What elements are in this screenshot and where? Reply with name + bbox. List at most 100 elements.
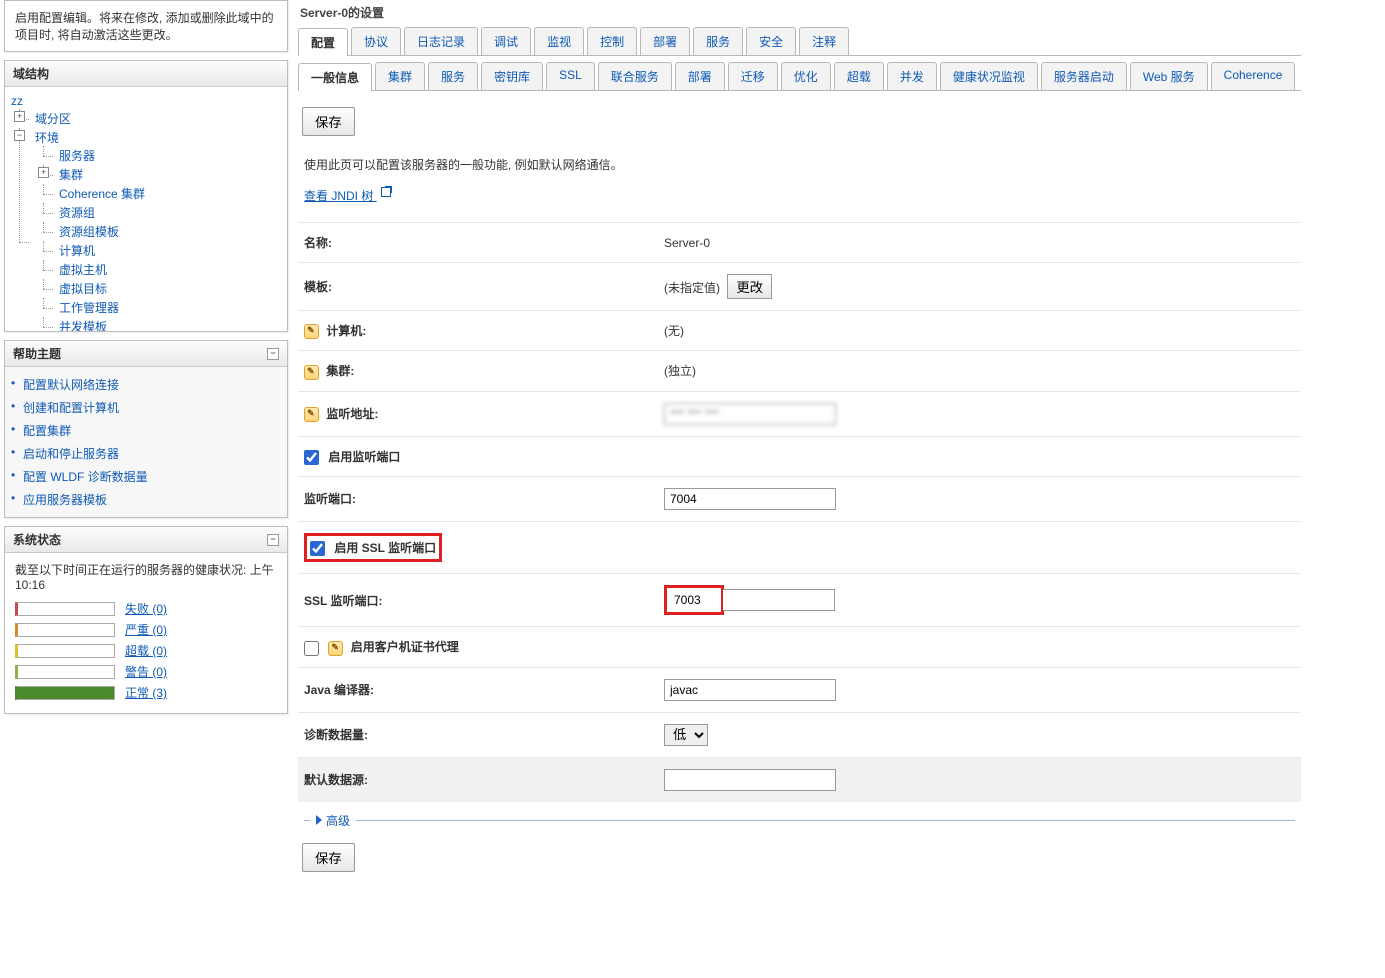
health-row: 超载 (0): [15, 642, 277, 659]
tab-健康状况监视[interactable]: 健康状况监视: [940, 62, 1038, 90]
tab-日志记录[interactable]: 日志记录: [404, 27, 478, 55]
tree-conctpl[interactable]: 并发模板: [59, 320, 107, 331]
help-link[interactable]: 应用服务器模板: [23, 493, 107, 507]
help-link[interactable]: 启动和停止服务器: [23, 447, 119, 461]
restart-icon: [304, 407, 319, 422]
tab-服务器启动[interactable]: 服务器启动: [1041, 62, 1127, 90]
tab-安全[interactable]: 安全: [746, 27, 796, 55]
listen-port-label: 监听端口:: [298, 476, 658, 521]
tab-SSL[interactable]: SSL: [546, 62, 595, 90]
collapse-icon[interactable]: −: [267, 534, 279, 546]
health-row: 正常 (3): [15, 684, 277, 701]
tree-domain-root[interactable]: zz: [11, 93, 283, 109]
domain-tree[interactable]: zz + 域分区 − 环境 服务器 + 集群 Coherence 集群 资源组 …: [5, 87, 287, 331]
tree-clusters[interactable]: 集群: [59, 168, 83, 182]
tab-集群[interactable]: 集群: [375, 62, 425, 90]
tab-并发[interactable]: 并发: [887, 62, 937, 90]
view-jndi-link[interactable]: 查看 JNDI 树: [304, 187, 391, 204]
tree-vtargets[interactable]: 虚拟目标: [59, 282, 107, 296]
tree-machines[interactable]: 计算机: [59, 244, 95, 258]
listen-addr-label: 监听地址:: [326, 407, 378, 421]
tab-优化[interactable]: 优化: [781, 62, 831, 90]
tab-部署[interactable]: 部署: [640, 27, 690, 55]
health-intro: 截至以下时间正在运行的服务器的健康状况: 上午10:16: [15, 561, 277, 592]
tab-监视[interactable]: 监视: [534, 27, 584, 55]
external-link-icon: [381, 187, 391, 197]
ssl-port-input[interactable]: [669, 589, 719, 611]
help-link[interactable]: 配置集群: [23, 424, 71, 438]
listen-port-input[interactable]: [664, 488, 836, 510]
config-edit-panel: 启用配置编辑。将来在修改, 添加或删除此域中的项目时, 将自动激活这些更改。: [4, 0, 288, 52]
health-link[interactable]: 严重 (0): [125, 621, 167, 638]
tab-密钥库[interactable]: 密钥库: [481, 62, 543, 90]
save-button-bottom[interactable]: 保存: [302, 843, 355, 872]
advanced-label: 高级: [326, 812, 350, 829]
expand-icon[interactable]: +: [38, 167, 49, 178]
tree-env[interactable]: 环境: [35, 131, 59, 145]
tab-Web 服务[interactable]: Web 服务: [1130, 62, 1208, 90]
advanced-toggle[interactable]: 高级: [298, 812, 1301, 829]
tab-服务[interactable]: 服务: [428, 62, 478, 90]
page-title: Server-0的设置: [298, 0, 1301, 27]
tree-coherence[interactable]: Coherence 集群: [59, 187, 145, 201]
config-edit-msg: 启用配置编辑。将来在修改, 添加或删除此域中的项目时, 将自动激活这些更改。: [5, 1, 287, 51]
tree-servers[interactable]: 服务器: [59, 149, 95, 163]
expand-icon[interactable]: +: [14, 111, 25, 122]
client-cert-checkbox[interactable]: [304, 641, 319, 656]
tree-vhosts[interactable]: 虚拟主机: [59, 263, 107, 277]
tab-Coherence[interactable]: Coherence: [1211, 62, 1296, 90]
collapse-icon[interactable]: −: [14, 130, 25, 141]
tab-控制[interactable]: 控制: [587, 27, 637, 55]
name-value: Server-0: [658, 223, 1301, 263]
listen-addr-input[interactable]: [664, 403, 836, 425]
template-label: 模板:: [298, 263, 658, 311]
ds-input[interactable]: [664, 769, 836, 791]
tree-resgroup[interactable]: 资源组: [59, 206, 95, 220]
health-link[interactable]: 警告 (0): [125, 663, 167, 680]
tab-超载[interactable]: 超载: [834, 62, 884, 90]
cluster-value: (独立): [658, 351, 1301, 391]
enable-listen-checkbox[interactable]: [304, 450, 319, 465]
restart-icon: [304, 324, 319, 339]
sub-tabs: 一般信息集群服务密钥库SSL联合服务部署迁移优化超载并发健康状况监视服务器启动W…: [298, 62, 1301, 91]
tab-迁移[interactable]: 迁移: [728, 62, 778, 90]
client-cert-label: 启用客户机证书代理: [351, 640, 459, 654]
restart-icon: [328, 641, 343, 656]
save-button-top[interactable]: 保存: [302, 107, 355, 136]
highlight-ssl-enable: 启用 SSL 监听端口: [304, 533, 442, 562]
java-compiler-input[interactable]: [664, 679, 836, 701]
java-compiler-label: Java 编译器:: [298, 667, 658, 712]
tab-协议[interactable]: 协议: [351, 27, 401, 55]
tab-注释[interactable]: 注释: [799, 27, 849, 55]
tab-一般信息[interactable]: 一般信息: [298, 63, 372, 91]
ssl-port-input-tail[interactable]: [723, 589, 835, 611]
change-template-button[interactable]: 更改: [727, 274, 772, 299]
tree-partition[interactable]: 域分区: [35, 112, 71, 126]
triangle-right-icon: [316, 815, 322, 825]
cluster-label: 集群:: [326, 364, 354, 378]
machine-label: 计算机:: [326, 324, 366, 338]
health-link[interactable]: 失败 (0): [125, 600, 167, 617]
enable-listen-label: 启用监听端口: [328, 450, 400, 464]
tab-部署[interactable]: 部署: [675, 62, 725, 90]
help-link[interactable]: 配置默认网络连接: [23, 378, 119, 392]
help-link[interactable]: 配置 WLDF 诊断数据量: [23, 470, 148, 484]
diag-select[interactable]: 低: [664, 724, 708, 746]
jndi-label: 查看 JNDI 树: [304, 189, 373, 203]
tab-服务[interactable]: 服务: [693, 27, 743, 55]
page-description: 使用此页可以配置该服务器的一般功能, 例如默认网络通信。: [304, 156, 1301, 173]
health-link[interactable]: 正常 (3): [125, 684, 167, 701]
template-value: (未指定值): [664, 281, 720, 295]
domain-tree-panel: 域结构 zz + 域分区 − 环境 服务器 + 集群 Coherence 集群: [4, 60, 288, 332]
tab-配置[interactable]: 配置: [298, 28, 348, 56]
tab-联合服务[interactable]: 联合服务: [598, 62, 672, 90]
health-row: 警告 (0): [15, 663, 277, 680]
tree-workmgr[interactable]: 工作管理器: [59, 301, 119, 315]
health-row: 失败 (0): [15, 600, 277, 617]
tree-resgrouptpl[interactable]: 资源组模板: [59, 225, 119, 239]
tab-调试[interactable]: 调试: [481, 27, 531, 55]
help-link[interactable]: 创建和配置计算机: [23, 401, 119, 415]
collapse-icon[interactable]: −: [267, 348, 279, 360]
health-link[interactable]: 超载 (0): [125, 642, 167, 659]
enable-ssl-checkbox[interactable]: [310, 541, 325, 556]
